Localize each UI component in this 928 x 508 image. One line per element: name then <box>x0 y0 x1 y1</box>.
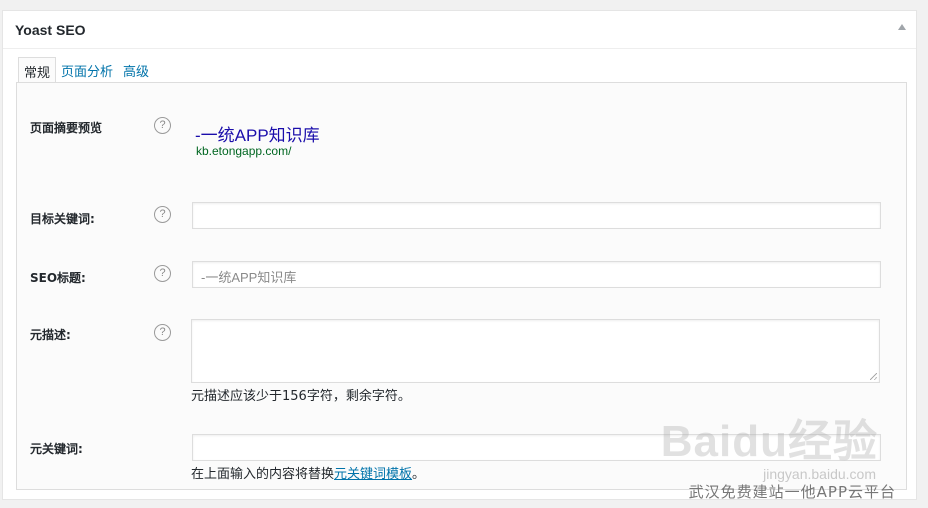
tab-advanced[interactable]: 高级 <box>118 57 154 82</box>
focus-keyword-input[interactable] <box>192 202 881 229</box>
meta-description-label: 元描述: <box>30 328 71 342</box>
collapse-arrow-icon[interactable] <box>898 24 906 30</box>
metabox-title: Yoast SEO <box>15 21 86 38</box>
meta-keywords-hint-prefix: 在上面输入的内容将替换 <box>191 467 335 482</box>
tab-page-analysis[interactable]: 页面分析 <box>56 57 118 82</box>
meta-description-hint: 元描述应该少于156字符，剩余字符。 <box>191 389 411 404</box>
tab-general[interactable]: 常规 <box>18 57 57 83</box>
seo-title-label: SEO标题: <box>30 271 86 285</box>
metabox-tabs: 常规 页面分析 高级 <box>18 57 154 83</box>
meta-description-textarea[interactable] <box>191 319 880 383</box>
resize-grip-icon[interactable] <box>870 373 877 380</box>
help-icon[interactable]: ? <box>154 117 171 134</box>
snippet-title: -一统APP知识库 <box>195 126 320 145</box>
meta-keywords-hint: 在上面输入的内容将替换元关键词模板。 <box>191 463 425 482</box>
metabox-header[interactable]: Yoast SEO <box>3 11 916 49</box>
focus-keyword-label: 目标关键词: <box>30 212 95 226</box>
watermark-url: jingyan.baidu.com <box>763 466 876 482</box>
baidu-jingyan-watermark-logo: Baidu经验 <box>660 417 878 466</box>
help-icon[interactable]: ? <box>154 265 171 282</box>
meta-keywords-hint-suffix: 。 <box>412 467 426 482</box>
snippet-url: kb.etongapp.com/ <box>196 144 292 158</box>
meta-keywords-template-link[interactable]: 元关键词模板 <box>334 467 412 482</box>
meta-keywords-label: 元关键词: <box>30 442 83 456</box>
help-icon[interactable]: ? <box>154 206 171 223</box>
watermark-caption: 武汉免费建站一他APP云平台 <box>688 483 896 501</box>
help-icon[interactable]: ? <box>154 324 171 341</box>
seo-title-input[interactable]: -一统APP知识库 <box>192 261 881 288</box>
snippet-preview-label: 页面摘要预览 <box>30 121 103 135</box>
